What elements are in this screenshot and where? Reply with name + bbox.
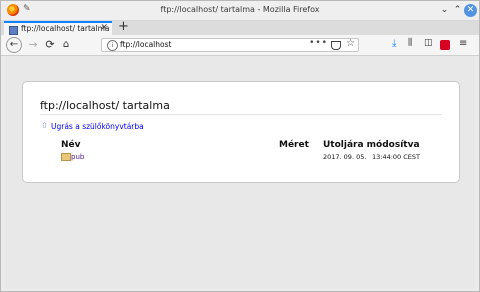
navigation-toolbar: ← → ⟳ ⌂ i ftp://localhost ••• ☆ ⤓ ⫼ ◫ ≡ xyxy=(1,35,479,56)
parent-directory-link[interactable]: Ugrás a szülőkönyvtárba xyxy=(51,122,144,131)
forward-button[interactable]: → xyxy=(26,37,40,53)
bookmark-star-icon[interactable]: ☆ xyxy=(346,38,355,49)
extension-icon[interactable] xyxy=(440,40,450,50)
tab-label: ftp://localhost/ tartalma xyxy=(21,24,110,33)
directory-listing-card: ftp://localhost/ tartalma ⇧ Ugrás a szül… xyxy=(22,81,460,183)
site-info-icon[interactable]: i xyxy=(107,40,118,51)
sidebar-icon[interactable]: ◫ xyxy=(424,38,433,48)
hamburger-menu-icon[interactable]: ≡ xyxy=(459,38,467,49)
page-title: ftp://localhost/ tartalma xyxy=(40,99,170,112)
back-button[interactable]: ← xyxy=(6,37,22,53)
list-item-date: 2017. 09. 05. xyxy=(323,153,367,161)
download-icon[interactable]: ⤓ xyxy=(392,38,396,49)
maximize-button[interactable]: ⌃ xyxy=(451,4,464,17)
parent-directory-icon: ⇧ xyxy=(41,121,48,130)
folder-icon xyxy=(61,153,71,161)
tab-ftp-localhost[interactable]: ftp://localhost/ tartalma ✕ xyxy=(4,21,112,36)
column-header-size[interactable]: Méret xyxy=(279,140,309,150)
title-bar: ✎ ftp://localhost/ tartalma - Mozilla Fi… xyxy=(1,1,479,21)
new-tab-button[interactable]: + xyxy=(118,19,129,34)
library-icon[interactable]: ⫼ xyxy=(408,38,412,48)
column-header-name[interactable]: Név xyxy=(61,140,81,150)
window-title: ftp://localhost/ tartalma - Mozilla Fire… xyxy=(160,5,320,14)
url-text[interactable]: ftp://localhost xyxy=(120,40,171,49)
page-content: ftp://localhost/ tartalma ⇧ Ugrás a szül… xyxy=(5,56,475,289)
firefox-window: ✎ ftp://localhost/ tartalma - Mozilla Fi… xyxy=(0,0,480,292)
tab-bar: ftp://localhost/ tartalma ✕ + xyxy=(1,19,479,36)
home-button[interactable]: ⌂ xyxy=(59,37,73,53)
url-bar[interactable]: i ftp://localhost ••• ☆ xyxy=(101,38,359,52)
column-header-modified[interactable]: Utoljára módosítva xyxy=(323,140,420,150)
close-window-button[interactable]: ✕ xyxy=(464,4,477,17)
tab-favicon-icon xyxy=(9,26,18,35)
list-item-pub-link[interactable]: pub xyxy=(71,153,84,161)
divider xyxy=(40,114,442,115)
list-item-time: 13:44:00 CEST xyxy=(372,153,421,161)
tab-close-icon[interactable]: ✕ xyxy=(100,23,108,33)
reload-button[interactable]: ⟳ xyxy=(43,37,57,53)
pocket-icon[interactable] xyxy=(331,41,341,50)
page-actions-icon[interactable]: ••• xyxy=(309,38,328,48)
minimize-button[interactable]: ⌄ xyxy=(438,4,451,17)
